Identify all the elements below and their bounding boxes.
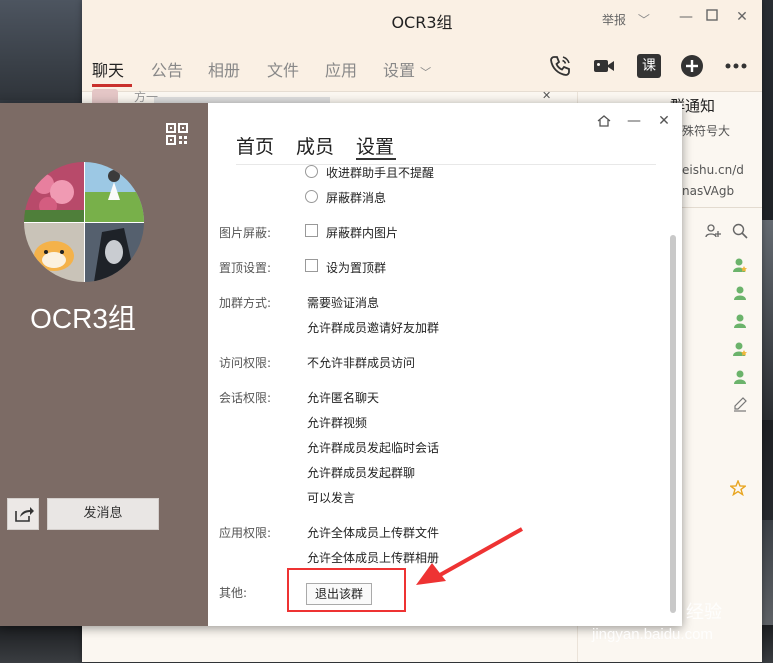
divider [82, 91, 762, 92]
tab-album[interactable]: 相册 [208, 57, 240, 81]
minimize-icon[interactable]: — [626, 113, 642, 129]
tab-chat[interactable]: 聊天 [92, 57, 124, 81]
setting-value: 不允许非群成员访问 [307, 356, 416, 370]
share-icon [15, 507, 34, 522]
desktop-blob [0, 0, 90, 100]
active-tab-indicator [356, 158, 396, 160]
checkbox-block-images[interactable] [305, 224, 318, 237]
qr-code-icon[interactable] [166, 123, 188, 145]
radio-block-messages[interactable] [305, 190, 318, 203]
group-info-dialog: OCR3组 发消息 — ✕ 首页 成员 设置 收进群助手且不提醒 屏蔽群消息 图… [0, 103, 682, 626]
tab-files[interactable]: 文件 [267, 57, 299, 81]
group-avatar[interactable] [24, 162, 144, 282]
close-icon[interactable]: ✕ [542, 89, 551, 102]
minimize-icon[interactable]: — [678, 9, 694, 25]
checkbox-pin-group[interactable] [305, 259, 318, 272]
tab-home[interactable]: 首页 [236, 132, 274, 159]
maximize-icon[interactable] [704, 9, 720, 25]
more-icon[interactable] [724, 54, 748, 78]
setting-label: 访问权限: [219, 356, 272, 370]
plus-circle-icon[interactable] [680, 54, 704, 78]
setting-label: 置顶设置: [219, 261, 272, 275]
send-message-button[interactable]: 发消息 [47, 498, 159, 530]
option-label: 收进群助手且不提醒 [326, 166, 435, 180]
course-icon[interactable]: 课 [637, 54, 661, 78]
setting-value: 允许群成员发起群聊 [307, 466, 416, 480]
close-icon[interactable]: ✕ [656, 113, 672, 129]
star-icon[interactable] [730, 480, 746, 496]
arrow-annotation-icon [416, 527, 523, 585]
option-label: 设为置顶群 [326, 261, 387, 275]
setting-value: 可以发言 [307, 491, 356, 505]
tab-apps[interactable]: 应用 [325, 57, 357, 81]
watermark-url: jingyan.baidu.com [592, 626, 713, 643]
watermark-jingyan: 经验 [686, 602, 722, 623]
group-avatar-image [24, 162, 144, 282]
scrollbar[interactable] [670, 235, 676, 613]
highlight-box [287, 568, 406, 612]
edit-icon[interactable] [732, 396, 748, 412]
setting-value: 允许匿名聊天 [307, 391, 380, 405]
title-bar: OCR3组 举报 ﹀ — ✕ [82, 0, 762, 38]
close-icon[interactable]: ✕ [734, 9, 750, 25]
setting-value: 允许群成员发起临时会话 [307, 441, 440, 455]
member-admin-icon [733, 342, 747, 356]
option-label: 屏蔽群内图片 [326, 226, 399, 240]
tab-members[interactable]: 成员 [296, 132, 334, 159]
member-icon [734, 314, 746, 328]
divider [236, 164, 656, 165]
report-label: 举报 [602, 13, 627, 27]
option-label: 屏蔽群消息 [326, 191, 387, 205]
share-button[interactable] [7, 498, 39, 530]
setting-value: 需要验证消息 [307, 296, 380, 310]
window-title: OCR3组 [391, 13, 453, 32]
radio-collect-no-remind[interactable] [305, 165, 318, 178]
notice-text-line: 殊符号大 [682, 124, 731, 138]
phone-icon[interactable] [548, 54, 572, 78]
notice-link-line[interactable]: nasVAgb [682, 184, 734, 198]
chevron-down-icon: ﹀ [637, 13, 650, 27]
tab-settings-label: 设置 [383, 61, 416, 80]
chat-preview-avatar [92, 89, 118, 103]
setting-value: 允许群成员邀请好友加群 [307, 321, 440, 335]
notice-link-line[interactable]: eishu.cn/d [682, 163, 744, 177]
video-icon[interactable] [592, 54, 616, 78]
setting-label: 图片屏蔽: [219, 226, 272, 240]
member-icon [734, 370, 746, 384]
member-owner-icon [733, 258, 747, 272]
tab-settings[interactable]: 设置 [356, 132, 394, 159]
chevron-down-icon: ﹀ [420, 66, 432, 79]
add-member-icon[interactable] [705, 223, 721, 239]
active-tab-indicator [92, 84, 132, 87]
setting-label: 加群方式: [219, 296, 272, 310]
home-icon[interactable] [596, 113, 612, 129]
group-profile-panel: OCR3组 发消息 [0, 103, 208, 626]
search-icon[interactable] [732, 223, 748, 239]
member-icon [734, 286, 746, 300]
tab-announcement[interactable]: 公告 [151, 57, 183, 81]
divider [682, 207, 762, 208]
group-name: OCR3组 [30, 303, 136, 334]
watermark: Baidu 经验 jingyan.baidu.com [586, 590, 771, 660]
setting-label: 应用权限: [219, 526, 272, 540]
watermark-logo: Baidu [586, 592, 653, 619]
report-link[interactable]: 举报 ﹀ [602, 11, 650, 28]
setting-label: 其他: [219, 586, 248, 600]
setting-value: 允许群视频 [307, 416, 368, 430]
tab-settings[interactable]: 设置 ﹀ [383, 57, 431, 81]
setting-label: 会话权限: [219, 391, 272, 405]
